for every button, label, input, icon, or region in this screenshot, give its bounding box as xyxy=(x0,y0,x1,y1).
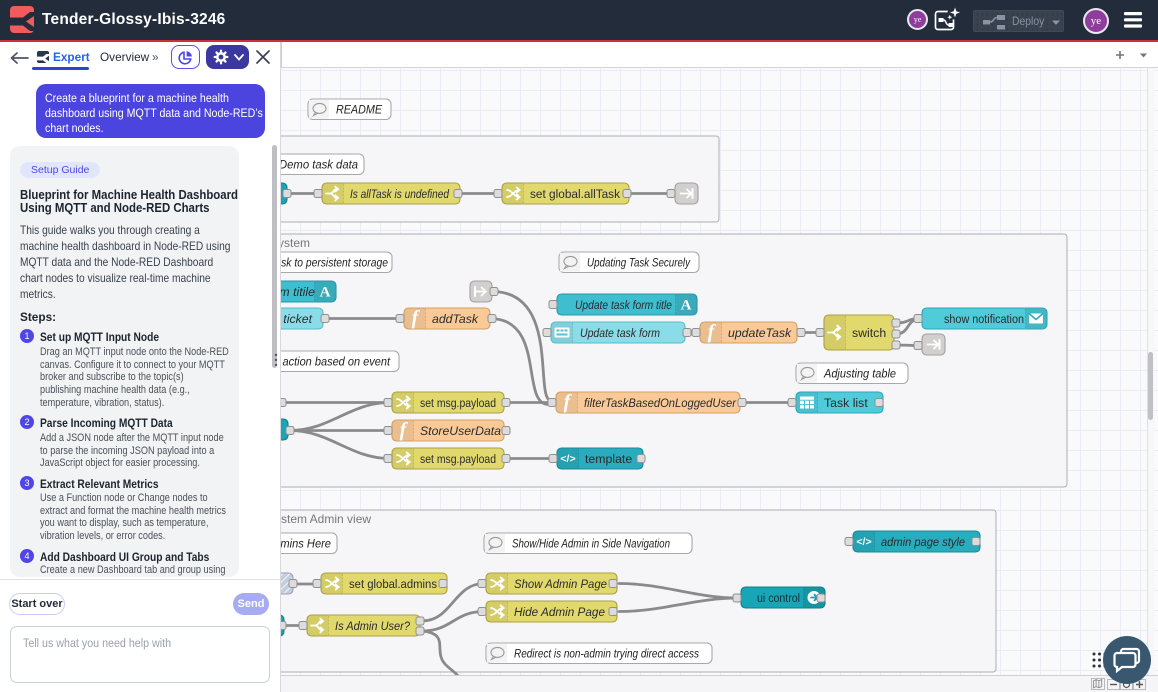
svg-text:set msg.payload: set msg.payload xyxy=(420,452,496,466)
svg-text:A: A xyxy=(681,298,692,314)
svg-text:StoreUserData: StoreUserData xyxy=(420,424,501,438)
svg-text:Update task form: Update task form xyxy=(580,326,660,340)
svg-text:set global.allTask: set global.allTask xyxy=(530,187,621,201)
svg-text:Update form titile: Update form titile xyxy=(281,285,315,299)
svg-text:Add ticket: Add ticket xyxy=(281,312,313,326)
svg-text:A: A xyxy=(320,285,331,301)
svg-text:filterTaskBasedOnLoggedUser: filterTaskBasedOnLoggedUser xyxy=(584,396,737,410)
svg-text:Demo task data: Demo task data xyxy=(281,158,358,172)
svg-text:Show/Hide Admin in Side Naviga: Show/Hide Admin in Side Navigation xyxy=(512,537,670,551)
svg-text:Update task form title: Update task form title xyxy=(575,298,672,312)
svg-text:Is Admin User?: Is Admin User? xyxy=(335,619,410,633)
svg-text:Is allTask is undefined: Is allTask is undefined xyxy=(350,187,450,201)
svg-text:Redirect is non-admin trying d: Redirect is non-admin trying direct acce… xyxy=(514,647,699,661)
svg-text:ui control: ui control xyxy=(757,591,800,605)
svg-text:Show Admin Page: Show Admin Page xyxy=(514,577,607,591)
svg-text:updateTask: updateTask xyxy=(728,326,792,340)
svg-text:set global.admins: set global.admins xyxy=(349,577,437,591)
svg-text:README: README xyxy=(336,103,383,117)
svg-text:System Admin view: System Admin view xyxy=(281,512,371,526)
svg-text:Task list: Task list xyxy=(824,396,868,410)
svg-text:Hide Admin Page: Hide Admin Page xyxy=(514,605,605,619)
svg-text:admin page style: admin page style xyxy=(881,535,965,549)
svg-text:Task system: Task system xyxy=(281,236,310,250)
svg-text:Adjusting table: Adjusting table xyxy=(823,367,896,381)
svg-text:addTask: addTask xyxy=(432,312,479,326)
svg-text:Take action based on event: Take action based on event xyxy=(281,355,391,369)
svg-text:Updating Task Securely: Updating Task Securely xyxy=(587,256,691,270)
svg-text:</>: </> xyxy=(856,536,871,548)
svg-text:show notification: show notification xyxy=(944,312,1024,326)
svg-text:</>: </> xyxy=(560,453,575,465)
svg-text:Manage Admins Here: Manage Admins Here xyxy=(281,537,331,551)
svg-text:template: template xyxy=(585,452,632,466)
svg-text:Saving task to persistent stor: Saving task to persistent storage xyxy=(281,256,388,270)
svg-text:set msg.payload: set msg.payload xyxy=(420,396,496,410)
svg-text:switch: switch xyxy=(852,326,886,340)
